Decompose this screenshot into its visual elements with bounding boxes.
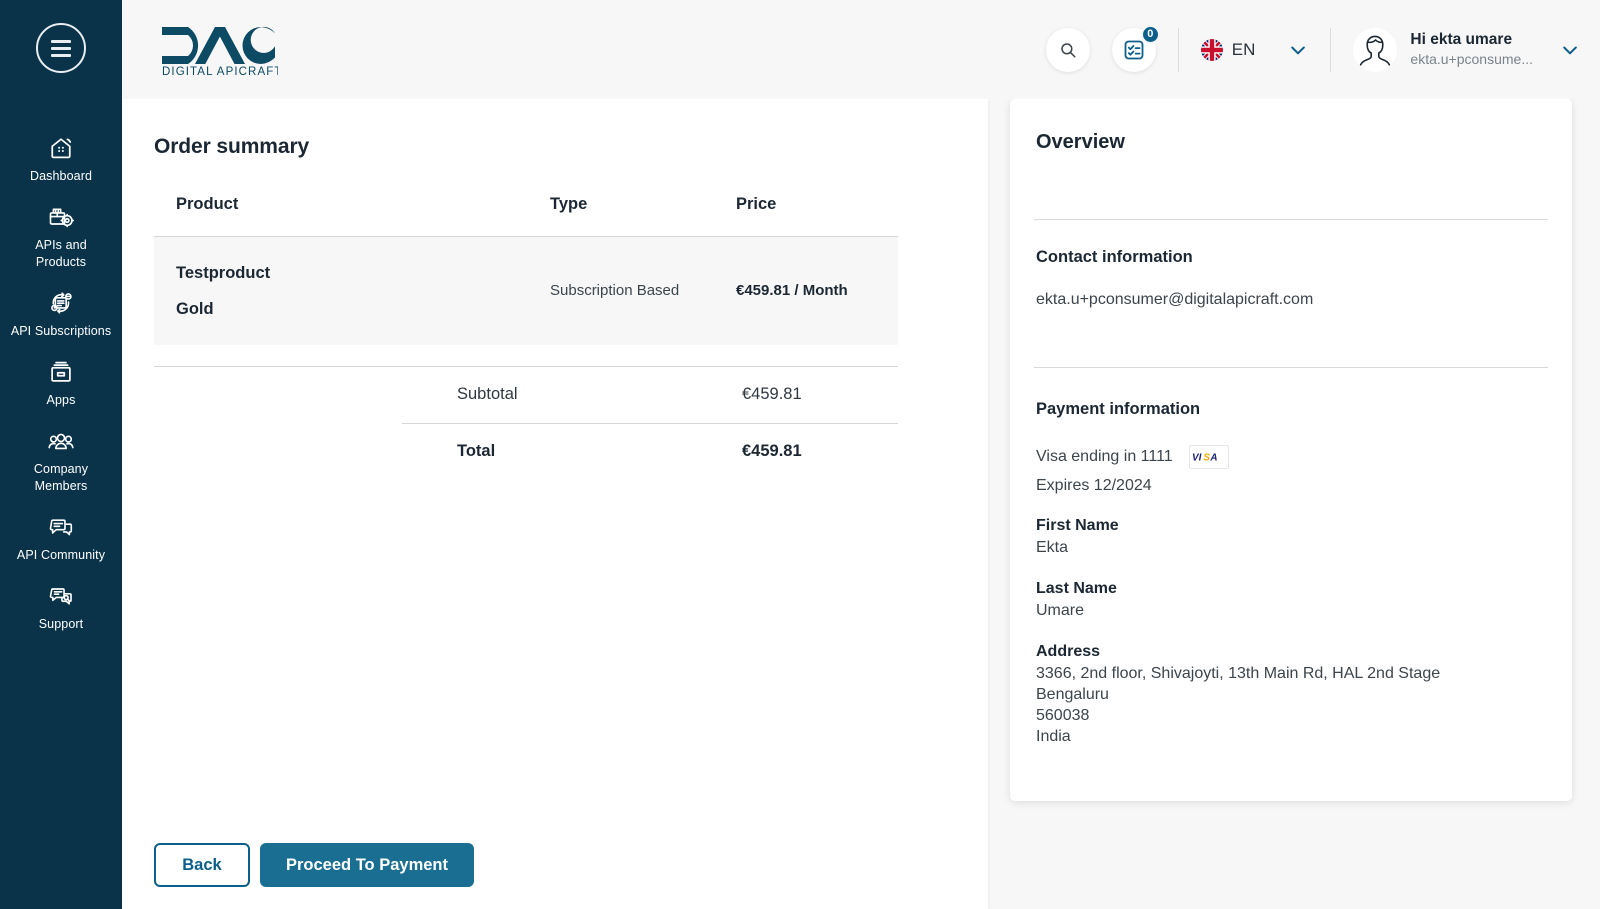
sidebar-item-api-community[interactable]: API Community [0, 504, 122, 573]
field-address: Address 3366, 2nd floor, Shivajoyti, 13t… [1036, 643, 1546, 747]
divider [1034, 367, 1548, 368]
total-value: €459.81 [742, 422, 898, 479]
divider [1034, 219, 1548, 220]
footer-actions: Back Proceed To Payment [154, 843, 474, 887]
sidebar-item-company-members[interactable]: Company Members [0, 418, 122, 504]
card-expiry: Expires 12/2024 [1036, 477, 1152, 494]
column-header-product: Product [176, 195, 239, 213]
field-value: 3366, 2nd floor, Shivajoyti, 13th Main R… [1036, 665, 1441, 745]
user-menu[interactable]: Hi ekta umare ekta.u+pconsume... [1353, 27, 1580, 72]
divider [1330, 27, 1332, 72]
totals-table: Subtotal €459.81 Total €459.81 [402, 367, 898, 479]
order-summary-panel: Order summary Product Type Price Testpro… [122, 99, 988, 909]
hamburger-bars [51, 39, 71, 57]
payment-information-heading: Payment information [1036, 400, 1201, 418]
sidebar-item-api-subscriptions[interactable]: API Subscriptions [0, 280, 122, 349]
order-table-head: Product Type Price [154, 195, 898, 237]
dashboard-icon [47, 134, 75, 162]
sidebar-item-dashboard[interactable]: Dashboard [0, 125, 122, 194]
svg-text:VI: VI [1192, 453, 1202, 463]
user-avatar-icon [1353, 27, 1398, 72]
field-label: First Name [1036, 517, 1119, 534]
main-area: DIGITAL APICRAFT 0 EN Hi ekta umare ekta… [122, 0, 1600, 909]
language-selector[interactable]: EN [1200, 38, 1309, 61]
api-community-icon [47, 513, 75, 541]
divider [1177, 27, 1179, 72]
visa-logo-icon: VI S A [1188, 445, 1229, 469]
card-summary-line: Visa ending in 1111 VI S A [1036, 445, 1546, 469]
uk-flag-icon [1200, 38, 1223, 61]
company-members-icon [47, 427, 75, 455]
product-tier: Gold [176, 299, 214, 318]
sidebar-item-label: Apps [46, 393, 76, 407]
product-cell-inner: Testproduct Gold [154, 255, 550, 327]
sidebar-item-support[interactable]: Support [0, 573, 122, 642]
field-value: Ekta [1036, 539, 1069, 556]
language-code: EN [1231, 39, 1256, 59]
sidebar-item-apis-and-products[interactable]: APIs and Products [0, 194, 122, 280]
dac-logo[interactable]: DIGITAL APICRAFT [160, 23, 278, 77]
table-header-row: Product Type Price [154, 195, 898, 237]
product-name: Testproduct [176, 263, 271, 282]
top-bar-right: 0 EN Hi ekta umare ekta.u+pconsume... [1045, 24, 1580, 72]
user-info: Hi ekta umare ekta.u+pconsume... [1410, 30, 1533, 69]
proceed-to-payment-button[interactable]: Proceed To Payment [260, 843, 474, 887]
table-row: Testproduct Gold Subscription Based €459… [154, 236, 898, 345]
tasks-badge: 0 [1140, 24, 1160, 44]
sidebar-item-label: APIs and Products [35, 238, 87, 269]
card-ending-text: Visa ending in 1111 [1036, 448, 1173, 465]
table-row-spacer [154, 344, 898, 367]
api-subscriptions-icon [47, 289, 75, 317]
user-greeting: Hi ekta umare [1410, 31, 1513, 49]
column-header-price: Price [736, 195, 777, 213]
cell-product: Testproduct Gold [154, 236, 550, 345]
field-value: Umare [1036, 602, 1085, 619]
field-first-name: First Name Ekta [1036, 517, 1546, 558]
overview-card: Overview Contact information ekta.u+pcon… [1010, 99, 1572, 801]
search-icon[interactable] [1045, 27, 1090, 72]
apps-icon [47, 358, 75, 386]
user-email: ekta.u+pconsume... [1410, 51, 1533, 68]
content-area: Order summary Product Type Price Testpro… [122, 99, 1600, 909]
svg-text:A: A [1209, 453, 1217, 463]
sidebar-nav: Dashboard APIs and Products API Subscrip… [0, 125, 122, 642]
overview-title: Overview [1036, 131, 1125, 153]
contact-information-heading: Contact information [1036, 248, 1193, 266]
order-table-body: Testproduct Gold Subscription Based €459… [154, 236, 898, 367]
field-last-name: Last Name Umare [1036, 580, 1546, 621]
totals-row-total: Total €459.81 [402, 422, 898, 479]
sidebar-item-label: Company Members [33, 462, 89, 493]
sidebar-item-label: API Subscriptions [10, 324, 112, 338]
total-label: Total [402, 422, 742, 479]
subtotal-label: Subtotal [457, 385, 518, 404]
subtotal-value: €459.81 [742, 385, 802, 404]
app-root: Dashboard APIs and Products API Subscrip… [0, 0, 1600, 909]
logo-tagline: DIGITAL APICRAFT [162, 66, 278, 77]
contact-email: ekta.u+pconsumer@digitalapicraft.com [1036, 291, 1314, 308]
product-price: €459.81 / Month [736, 236, 898, 345]
chevron-down-icon[interactable] [1288, 40, 1308, 60]
top-bar: DIGITAL APICRAFT 0 EN Hi ekta umare ekta… [122, 0, 1600, 99]
totals-row-subtotal: Subtotal €459.81 [402, 367, 898, 423]
field-label: Address [1036, 643, 1101, 660]
product-type: Subscription Based [550, 236, 736, 345]
hamburger-menu-icon[interactable] [36, 23, 86, 73]
column-header-type: Type [550, 195, 588, 213]
page-title: Order summary [154, 135, 310, 158]
sidebar-item-apps[interactable]: Apps [0, 349, 122, 418]
back-button[interactable]: Back [154, 843, 250, 887]
sidebar-item-label: Dashboard [29, 169, 93, 183]
sidebar-item-label: Support [38, 617, 84, 631]
totals-body: Subtotal €459.81 Total €459.81 [402, 367, 898, 479]
support-icon [47, 582, 75, 610]
field-label: Last Name [1036, 580, 1117, 597]
order-table: Product Type Price Testproduct Gold Subs… [154, 195, 898, 367]
svg-text:S: S [1203, 453, 1210, 463]
sidebar: Dashboard APIs and Products API Subscrip… [0, 0, 122, 909]
chevron-down-icon[interactable] [1560, 40, 1580, 60]
checklist-icon[interactable]: 0 [1111, 24, 1160, 72]
apis-products-icon [47, 203, 75, 231]
sidebar-item-label: API Community [16, 548, 106, 562]
